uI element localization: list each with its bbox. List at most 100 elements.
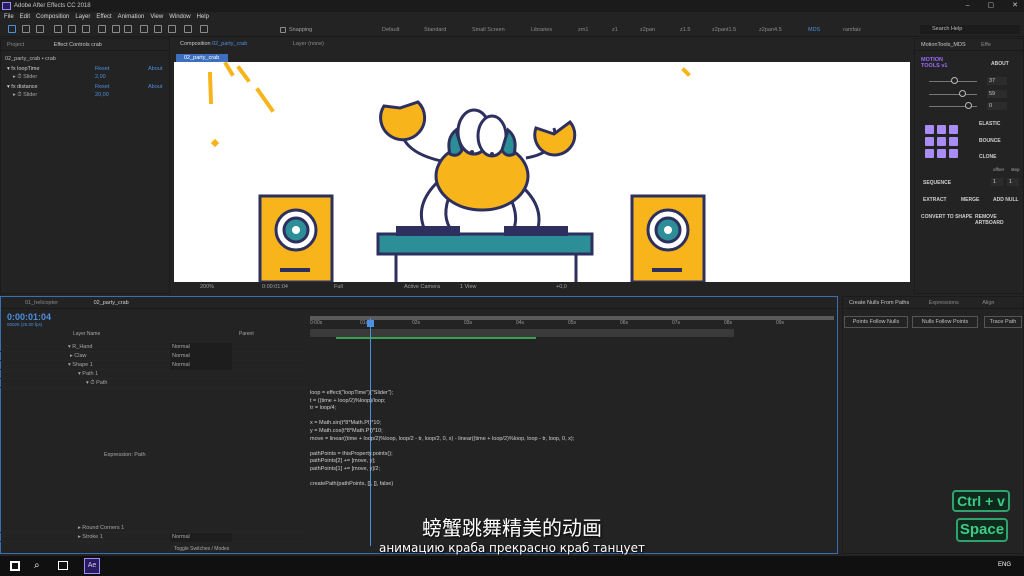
reset-looptime-button[interactable]: Reset	[95, 65, 109, 73]
camera-dropdown[interactable]: Active Camera	[404, 284, 440, 290]
effect-distance[interactable]: ▾ fx distance	[7, 83, 38, 91]
workspace-libraries[interactable]: Libraries	[531, 27, 552, 33]
layer-row[interactable]: ▾ Path 1	[0, 370, 308, 379]
distance-slider-value[interactable]: 20,00	[95, 91, 109, 99]
tab-project[interactable]: Project	[7, 42, 24, 48]
about-distance-button[interactable]: About	[148, 83, 162, 91]
layer-row[interactable]: ▾ ⏱ Path	[0, 379, 308, 388]
reset-distance-button[interactable]: Reset	[95, 83, 109, 91]
eraser-tool-icon[interactable]	[168, 25, 176, 33]
effect-looptime[interactable]: ▾ fx loopTime	[7, 65, 40, 73]
selection-tool-icon[interactable]	[8, 25, 16, 33]
menu-help[interactable]: Help	[197, 12, 209, 22]
tab-align[interactable]: Align	[982, 300, 994, 306]
step-value[interactable]: 1	[1007, 178, 1019, 186]
tab-effects[interactable]: Effe	[981, 42, 991, 48]
layer-row[interactable]: ▾ Shape 1 Normal	[0, 361, 308, 370]
layer-bar[interactable]	[310, 329, 734, 337]
menu-edit[interactable]: Edit	[20, 12, 30, 22]
offset-value[interactable]: 1	[991, 178, 1003, 186]
sequence-button[interactable]: SEQUENCE	[923, 180, 951, 186]
pen-tool-icon[interactable]	[112, 25, 120, 33]
slider-2-knob[interactable]	[959, 90, 966, 97]
zoom-tool-icon[interactable]	[36, 25, 44, 33]
tab-composition[interactable]: Composition 02_party_crab	[180, 41, 247, 47]
workspace-small-screen[interactable]: Small Screen	[472, 27, 505, 33]
tab-motiontools[interactable]: MotionTools_MDS	[921, 42, 966, 48]
language-indicator[interactable]: ENG	[998, 562, 1011, 568]
workspace-z2pan4-5[interactable]: z2pan4.5	[759, 27, 782, 33]
composition-viewer[interactable]	[174, 62, 910, 282]
task-view-icon[interactable]	[58, 561, 68, 570]
exposure-value[interactable]: +0,0	[556, 284, 567, 290]
type-tool-icon[interactable]	[124, 25, 132, 33]
rectangle-tool-icon[interactable]	[98, 25, 106, 33]
workspace-z2pan[interactable]: z2pan	[640, 27, 655, 33]
snapping-checkbox[interactable]	[280, 27, 286, 33]
hand-tool-icon[interactable]	[22, 25, 30, 33]
extract-button[interactable]: EXTRACT	[923, 197, 947, 203]
roto-brush-tool-icon[interactable]	[184, 25, 192, 33]
value-1[interactable]: 37	[987, 77, 1007, 85]
workspace-ramfaiz[interactable]: ramfaiz	[843, 27, 861, 33]
windows-start-icon[interactable]	[10, 561, 20, 571]
workspace-zm1[interactable]: zm1	[578, 27, 588, 33]
tab-layer[interactable]: Layer (none)	[293, 41, 324, 47]
clone-stamp-tool-icon[interactable]	[154, 25, 162, 33]
maximize-button[interactable]: ▢	[988, 0, 995, 12]
search-help-input[interactable]: Search Help	[920, 25, 1020, 34]
resolution-dropdown[interactable]: Full	[334, 284, 343, 290]
value-2[interactable]: 59	[987, 90, 1007, 98]
workspace-standard[interactable]: Standard	[424, 27, 446, 33]
trace-path-button[interactable]: Trace Path	[984, 316, 1022, 328]
slider-1-knob[interactable]	[951, 77, 958, 84]
brush-tool-icon[interactable]	[140, 25, 148, 33]
nulls-follow-points-button[interactable]: Nulls Follow Points	[912, 316, 978, 328]
expression-editor[interactable]: loop = effect("loopTime")("Slider"); t = …	[310, 390, 574, 489]
timeline-timecode[interactable]: 0:00:01:04	[7, 312, 51, 322]
workspace-mds[interactable]: MDS	[808, 27, 820, 33]
workspace-z2pant1-5[interactable]: z2pant1.5	[712, 27, 736, 33]
views-dropdown[interactable]: 1 View	[460, 284, 476, 290]
menu-layer[interactable]: Layer	[75, 12, 90, 22]
layer-row[interactable]: ▾ R_Hand Normal	[0, 343, 308, 352]
clone-button[interactable]: CLONE	[979, 154, 997, 160]
menu-animation[interactable]: Animation	[118, 12, 145, 22]
merge-button[interactable]: MERGE	[961, 197, 979, 203]
pan-behind-tool-icon[interactable]	[82, 25, 90, 33]
layer-row[interactable]: ▸ Claw Normal	[0, 352, 308, 361]
tab-02-party-crab[interactable]: 02_party_crab	[94, 300, 129, 306]
workspace-default[interactable]: Default	[382, 27, 399, 33]
tab-effect-controls[interactable]: Effect Controls crab	[54, 42, 102, 48]
add-null-button[interactable]: ADD NULL	[993, 197, 1019, 203]
rotate-tool-icon[interactable]	[54, 25, 62, 33]
minimize-button[interactable]: –	[966, 0, 970, 12]
workspace-z1[interactable]: z1	[612, 27, 618, 33]
camera-tool-icon[interactable]	[68, 25, 76, 33]
remove-artboard-button[interactable]: REMOVE ARTBOARD	[975, 214, 1023, 226]
elastic-button[interactable]: ELASTIC	[979, 121, 1000, 127]
close-button[interactable]: ✕	[1012, 0, 1018, 12]
workspace-z1-5[interactable]: z1.5	[680, 27, 690, 33]
puppet-tool-icon[interactable]	[200, 25, 208, 33]
menu-view[interactable]: View	[150, 12, 163, 22]
tab-01-helicopter[interactable]: 01_helicopter	[25, 300, 58, 306]
menu-file[interactable]: File	[4, 12, 14, 22]
about-button[interactable]: ABOUT	[991, 61, 1009, 67]
tab-expressions[interactable]: Expressions	[929, 300, 959, 306]
after-effects-taskbar-icon[interactable]: Ae	[84, 558, 100, 574]
menu-effect[interactable]: Effect	[96, 12, 111, 22]
menu-window[interactable]: Window	[169, 12, 190, 22]
search-icon[interactable]: ⌕	[34, 560, 40, 571]
looptime-slider-value[interactable]: 2,00	[95, 73, 106, 81]
menu-composition[interactable]: Composition	[36, 12, 69, 22]
convert-to-shape-button[interactable]: CONVERT TO SHAPE	[921, 214, 972, 220]
playhead-handle[interactable]	[367, 320, 374, 327]
value-3[interactable]: 0	[987, 102, 1007, 110]
about-looptime-button[interactable]: About	[148, 65, 162, 73]
viewer-timecode[interactable]: 0:00:01:04	[262, 284, 288, 290]
points-follow-nulls-button[interactable]: Points Follow Nulls	[844, 316, 908, 328]
tab-create-nulls[interactable]: Create Nulls From Paths	[849, 300, 909, 306]
slider-3-knob[interactable]	[965, 102, 972, 109]
zoom-dropdown[interactable]: 200%	[200, 284, 214, 290]
